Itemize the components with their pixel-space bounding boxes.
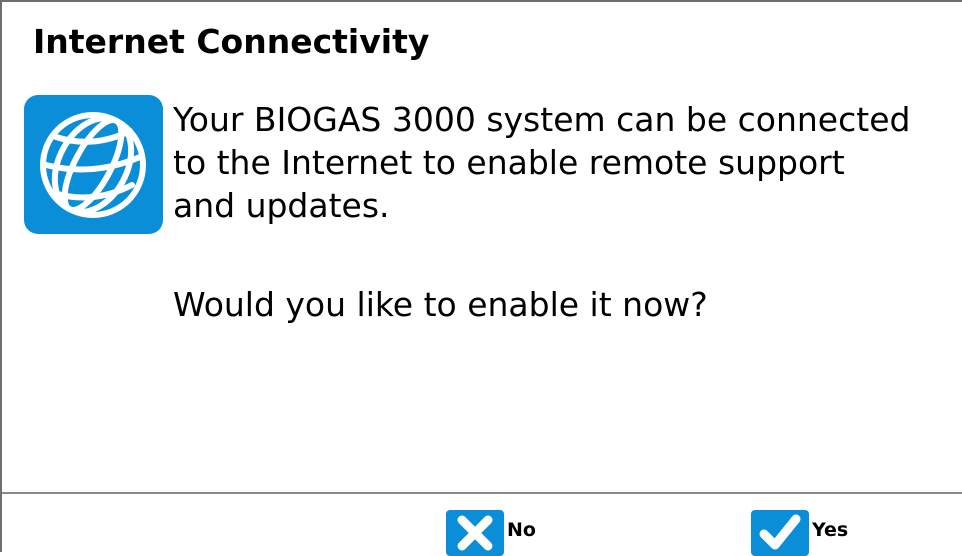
message-line: and updates. — [173, 186, 390, 225]
yes-button-label: Yes — [812, 519, 849, 541]
dialog-message: Your BIOGAS 3000 system can be connected… — [173, 98, 962, 227]
internet-connectivity-dialog: Internet Connectivity Your BIOGAS 3000 s… — [0, 0, 962, 556]
check-icon — [751, 510, 809, 556]
dialog-footer: No Yes — [2, 492, 962, 556]
no-button-label: No — [507, 519, 536, 541]
globe-icon — [24, 95, 163, 234]
no-button[interactable]: No — [446, 510, 536, 556]
dialog-question: Would you like to enable it now? — [173, 285, 708, 324]
close-icon — [446, 510, 504, 556]
message-line: to the Internet to enable remote support — [173, 143, 845, 182]
message-line: Your BIOGAS 3000 system can be connected — [173, 100, 911, 139]
yes-button[interactable]: Yes — [751, 510, 848, 556]
dialog-title: Internet Connectivity — [33, 22, 430, 61]
